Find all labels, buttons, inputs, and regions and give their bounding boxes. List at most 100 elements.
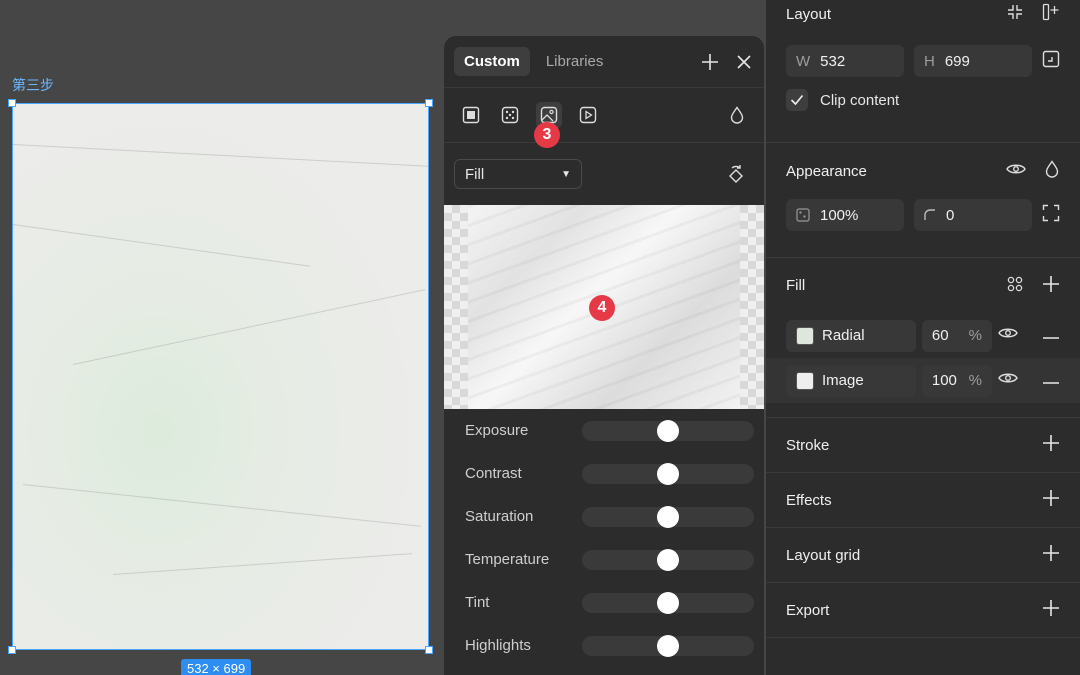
- fill-opacity-field[interactable]: 60 %: [921, 319, 992, 352]
- eye-icon[interactable]: [998, 326, 1018, 345]
- height-field[interactable]: H 699: [914, 45, 1032, 77]
- gradient-fill-icon[interactable]: [497, 102, 523, 128]
- blend-drop-icon[interactable]: [1044, 160, 1060, 182]
- height-value: 699: [944, 52, 970, 70]
- resize-handle-tr[interactable]: [425, 99, 433, 107]
- tab-libraries[interactable]: Libraries: [536, 47, 614, 76]
- add-icon[interactable]: [700, 52, 720, 72]
- resize-handle-tl[interactable]: [8, 99, 16, 107]
- properties-panel: Layout W 532 H 699 Clip content Appearan…: [766, 0, 1080, 675]
- opacity-icon: [796, 208, 810, 222]
- width-field[interactable]: W 532: [786, 45, 904, 77]
- fill-swatch[interactable]: [796, 371, 814, 390]
- fill-swatch[interactable]: [796, 326, 814, 345]
- section-title: Layout grid: [786, 546, 861, 564]
- fill-mode-row: Fill ▼: [444, 143, 764, 205]
- slider-track[interactable]: [582, 548, 754, 571]
- remove-fill-icon[interactable]: [1042, 327, 1060, 345]
- slider-knob[interactable]: [657, 419, 679, 442]
- opacity-value: 100%: [820, 206, 859, 224]
- slider-row-exposure: Exposure: [444, 409, 764, 452]
- video-fill-icon[interactable]: [575, 102, 601, 128]
- slider-track[interactable]: [582, 419, 754, 442]
- fill-item-radial[interactable]: Radial 60 %: [766, 313, 1080, 358]
- slider-knob[interactable]: [657, 591, 679, 614]
- section-effects: Effects: [766, 473, 1080, 528]
- corner-radius-icon: [924, 209, 935, 220]
- eye-icon[interactable]: [1006, 162, 1026, 180]
- fill-opacity-field[interactable]: 100 %: [921, 364, 992, 397]
- corner-radius-field[interactable]: 0: [914, 199, 1032, 231]
- resize-handle-br[interactable]: [425, 646, 433, 654]
- add-icon[interactable]: [1042, 544, 1060, 566]
- frame-paper-texture[interactable]: [12, 103, 429, 650]
- remove-fill-icon[interactable]: [1042, 372, 1060, 390]
- paper-crease: [13, 224, 311, 267]
- fill-name: Radial: [822, 327, 865, 344]
- step-marker-4: 4: [589, 295, 615, 321]
- fill-opacity-unit: %: [968, 327, 982, 344]
- slider-track[interactable]: [582, 462, 754, 485]
- fill-opacity-value: 100: [931, 372, 957, 389]
- appearance-section: Appearance 100% 0: [766, 142, 1080, 258]
- styles-grid-icon[interactable]: [1006, 275, 1024, 297]
- paper-crease: [113, 553, 413, 575]
- corner-radius-value: 0: [946, 206, 955, 224]
- slider-track[interactable]: [582, 505, 754, 528]
- add-icon[interactable]: [1042, 434, 1060, 456]
- slider-row-temperature: Temperature: [444, 538, 764, 581]
- fill-mode-select[interactable]: Fill ▼: [454, 159, 582, 189]
- resize-handle-bl[interactable]: [8, 646, 16, 654]
- paper-crease: [13, 144, 428, 167]
- layout-add-icon[interactable]: [1042, 3, 1060, 25]
- independent-corners-icon[interactable]: [1042, 204, 1060, 227]
- section-header: Export: [766, 583, 1080, 637]
- paper-crease: [73, 289, 426, 365]
- add-icon[interactable]: [1042, 489, 1060, 511]
- clip-content-checkbox[interactable]: [786, 89, 808, 111]
- fill-header: Fill: [766, 258, 1080, 313]
- opacity-drop-icon[interactable]: [724, 102, 750, 128]
- section-title: Export: [786, 601, 830, 619]
- add-icon[interactable]: [1042, 599, 1060, 621]
- close-icon[interactable]: [734, 52, 754, 72]
- slider-knob[interactable]: [657, 634, 679, 657]
- layout-header: Layout: [766, 0, 1080, 28]
- eye-icon[interactable]: [998, 371, 1018, 390]
- collapse-icon[interactable]: [1006, 3, 1024, 25]
- width-value: 532: [820, 52, 846, 70]
- slider-row-highlights: Highlights: [444, 624, 764, 667]
- slider-knob[interactable]: [657, 462, 679, 485]
- slider-track[interactable]: [582, 591, 754, 614]
- fill-opacity-value: 60: [931, 327, 949, 344]
- popup-header: Custom Libraries: [444, 36, 764, 88]
- tab-custom[interactable]: Custom: [454, 47, 530, 76]
- add-fill-icon[interactable]: [1042, 275, 1060, 297]
- fill-type-field[interactable]: Radial: [786, 319, 916, 352]
- slider-label: Saturation: [465, 508, 534, 525]
- slider-track[interactable]: [582, 634, 754, 657]
- section-stroke: Stroke: [766, 418, 1080, 473]
- step-marker-3: 3: [534, 122, 560, 148]
- appearance-fields: 100% 0: [766, 199, 1080, 231]
- layout-section: Layout W 532 H 699 Clip content: [766, 0, 1080, 142]
- slider-label: Temperature: [465, 551, 550, 568]
- frame-label[interactable]: 第三步: [12, 75, 54, 95]
- rotate-image-icon[interactable]: [726, 164, 746, 184]
- slider-label: Tint: [465, 594, 490, 611]
- slider-row-tint: Tint: [444, 581, 764, 624]
- paper-crease: [22, 484, 421, 527]
- section-title: Stroke: [786, 436, 830, 454]
- fill-type-field[interactable]: Image: [786, 364, 916, 397]
- slider-knob[interactable]: [657, 548, 679, 571]
- fill-title: Fill: [786, 277, 806, 294]
- clip-content-row: Clip content: [766, 89, 1080, 111]
- solid-fill-icon[interactable]: [458, 102, 484, 128]
- opacity-field[interactable]: 100%: [786, 199, 904, 231]
- resize-to-fit-icon[interactable]: [1042, 50, 1060, 73]
- size-row: W 532 H 699: [766, 45, 1080, 77]
- slider-knob[interactable]: [657, 505, 679, 528]
- fill-item-image[interactable]: Image 100 %: [766, 358, 1080, 403]
- slider-label: Highlights: [465, 637, 531, 654]
- appearance-header: Appearance: [766, 143, 1080, 199]
